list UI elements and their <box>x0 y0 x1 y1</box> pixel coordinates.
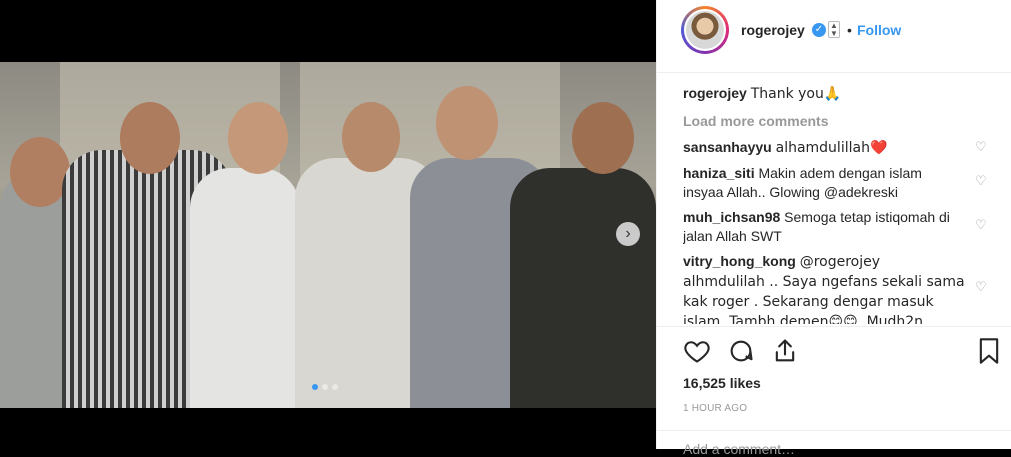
comment-item: haniza_siti Makin adem dengan islam insy… <box>683 164 993 202</box>
heart-outline-icon[interactable]: ♡ <box>975 280 989 294</box>
carousel-dot-active <box>312 384 318 390</box>
verified-dropdown-icon: ▲ ▼ <box>828 21 840 38</box>
bookmark-icon[interactable] <box>975 337 1003 365</box>
post-actions <box>657 326 1011 377</box>
like-count[interactable]: 16,525 likes <box>683 375 761 391</box>
separator-dot: • <box>847 22 852 38</box>
post-username[interactable]: rogerojey <box>741 22 805 38</box>
caption-text: Thank you🙏 <box>750 86 842 102</box>
heart-outline-icon[interactable] <box>683 337 711 365</box>
add-comment-input[interactable]: Add a comment… <box>683 441 795 457</box>
heart-outline-icon[interactable]: ♡ <box>975 218 989 232</box>
comment-icon[interactable] <box>727 337 755 365</box>
avatar[interactable] <box>681 6 729 54</box>
comment-username[interactable]: haniza_siti <box>683 165 755 181</box>
follow-button[interactable]: Follow <box>857 22 901 38</box>
comment-text: alhamdulillah❤️ <box>775 140 888 156</box>
heart-outline-icon[interactable]: ♡ <box>975 174 989 188</box>
post-photo <box>0 62 656 408</box>
comment-item: sansanhayyu alhamdulillah❤️ ♡ <box>683 138 993 158</box>
comments-list[interactable]: rogerojey Thank you🙏 Load more comments … <box>683 84 993 324</box>
comment-username[interactable]: muh_ichsan98 <box>683 209 780 225</box>
comment-username[interactable]: vitry_hong_kong <box>683 253 796 269</box>
load-more-comments-button[interactable]: Load more comments <box>683 113 993 129</box>
post-timestamp[interactable]: 1 HOUR AGO <box>683 403 747 414</box>
comment-username[interactable]: sansanhayyu <box>683 139 772 155</box>
carousel-indicator <box>312 384 338 390</box>
post-media[interactable]: › <box>0 0 656 449</box>
share-icon[interactable] <box>771 337 799 365</box>
verified-badge-icon: ✓ <box>812 23 826 37</box>
avatar-image <box>684 9 726 51</box>
carousel-dot <box>322 384 328 390</box>
chevron-right-icon[interactable]: › <box>616 222 640 246</box>
carousel-dot <box>332 384 338 390</box>
add-comment-bar: Add a comment… <box>657 430 1011 457</box>
comment-item: vitry_hong_kong @rogerojey alhmdulilah .… <box>683 252 993 324</box>
caption: rogerojey Thank you🙏 <box>683 84 993 104</box>
comment-item: muh_ichsan98 Semoga tetap istiqomah di j… <box>683 208 993 246</box>
caption-username[interactable]: rogerojey <box>683 85 747 101</box>
heart-outline-icon[interactable]: ♡ <box>975 140 989 154</box>
post-header: rogerojey ✓ ▲ ▼ • Follow <box>657 0 1011 73</box>
post-sidebar: rogerojey ✓ ▲ ▼ • Follow rogerojey Thank … <box>656 0 1011 457</box>
